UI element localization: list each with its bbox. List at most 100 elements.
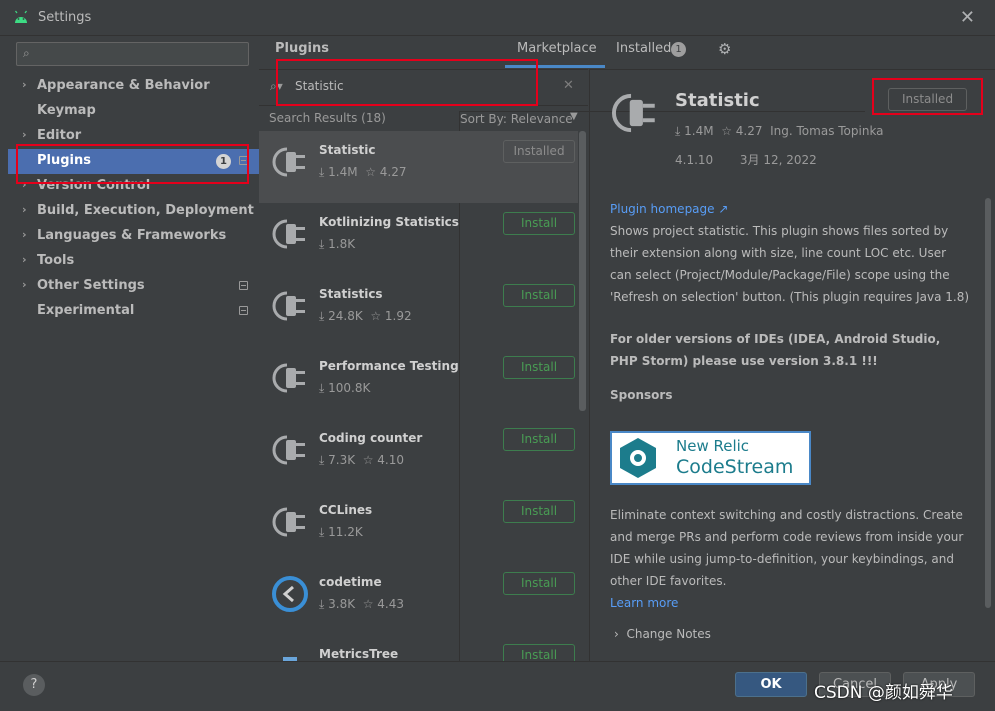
plugin-version: 4.1.10 3月 12, 2022 <box>675 151 817 168</box>
chevron-right-icon: › <box>22 253 27 266</box>
installed-count-badge: 1 <box>671 42 686 57</box>
list-item[interactable]: Statistics ⤓ 24.8K ☆ 1.92 Install <box>259 275 578 347</box>
sidebar-item-label: Editor <box>37 128 82 143</box>
install-button[interactable]: Install <box>503 212 575 235</box>
release-date: 3月 12, 2022 <box>739 153 817 167</box>
sidebar-item-experimental[interactable]: Experimental <box>8 299 259 324</box>
plugin-name: Statistics <box>319 287 383 301</box>
sponsor-banner[interactable]: New Relic CodeStream <box>610 431 811 485</box>
sidebar-item-tools[interactable]: › Tools <box>8 249 259 274</box>
sidebar-item-label: Languages & Frameworks <box>37 228 227 243</box>
install-button[interactable]: Install <box>503 572 575 595</box>
rating: 1.92 <box>384 309 412 323</box>
plugin-name: Kotlinizing Statistics <box>319 215 459 229</box>
download-count: 3.8K <box>328 597 356 611</box>
annotation-search <box>276 59 538 106</box>
sidebar-item-label: Appearance & Behavior <box>37 78 210 93</box>
list-scrollbar[interactable] <box>579 131 586 411</box>
version: 4.1.10 <box>675 153 714 167</box>
ok-button[interactable]: OK <box>735 672 807 697</box>
list-item[interactable]: Statistic ⤓ 1.4M ☆ 4.27 Installed <box>259 131 578 203</box>
learn-more-link[interactable]: Learn more <box>610 592 970 614</box>
detail-scrollbar[interactable] <box>985 198 991 608</box>
description-text: Shows project statistic. This plugin sho… <box>610 224 970 304</box>
list-item[interactable]: Kotlinizing Statistics ⤓ 1.8K Install <box>259 203 578 275</box>
settings-dialog: Settings ✕ ⌕ › Appearance & Behavior Key… <box>0 0 995 711</box>
chevron-right-icon: › <box>22 128 27 141</box>
metricstree-icon <box>283 657 297 662</box>
sidebar-item-appearance[interactable]: › Appearance & Behavior <box>8 74 259 99</box>
change-notes-toggle[interactable]: › Change Notes <box>614 627 711 641</box>
download-count: 1.4M <box>684 124 714 138</box>
gear-icon[interactable]: ⚙ <box>718 40 731 58</box>
list-item[interactable]: Coding counter ⤓ 7.3K ☆ 4.10 Install <box>259 419 578 491</box>
rating: 4.10 <box>377 453 404 467</box>
author: Ing. Tomas Topinka <box>770 124 884 138</box>
close-icon[interactable]: ✕ <box>960 7 975 28</box>
change-notes-label: Change Notes <box>626 627 711 641</box>
plugin-detail-panel: Statistic Installed ⤓ 1.4M ☆ 4.27 Ing. T… <box>589 69 995 661</box>
plugin-detail-meta: ⤓ 1.4M ☆ 4.27 Ing. Tomas Topinka <box>675 124 884 138</box>
plugin-name: CCLines <box>319 503 373 517</box>
list-item[interactable]: CCLines ⤓ 11.2K Install <box>259 491 578 563</box>
android-icon <box>15 10 27 23</box>
install-button[interactable]: Install <box>503 428 575 451</box>
search-icon: ⌕ <box>23 46 30 60</box>
plugin-description: Plugin homepage ↗ Shows project statisti… <box>610 198 970 406</box>
installed-button: Installed <box>503 140 575 163</box>
annotation-installed <box>872 78 983 115</box>
sidebar-item-build[interactable]: › Build, Execution, Deployment <box>8 199 259 224</box>
sidebar-item-languages[interactable]: › Languages & Frameworks <box>8 224 259 249</box>
version-notice: For older versions of IDEs (IDEA, Androi… <box>610 332 941 368</box>
plug-icon <box>272 507 305 537</box>
list-item[interactable]: MetricsTree Install <box>259 635 578 662</box>
settings-sidebar: ⌕ › Appearance & Behavior Keymap › Edito… <box>8 36 259 661</box>
plugin-list: Statistic ⤓ 1.4M ☆ 4.27 Installed Kotlin… <box>259 131 588 662</box>
plugin-name: MetricsTree <box>319 647 399 661</box>
page-title: Plugins <box>275 41 329 56</box>
project-level-icon <box>239 306 248 315</box>
sponsors-heading: Sponsors <box>610 388 673 402</box>
plugin-stats: ⤓ 7.3K ☆ 4.10 <box>319 453 404 467</box>
clear-search-icon[interactable]: ✕ <box>563 78 574 93</box>
install-button[interactable]: Install <box>503 284 575 307</box>
list-item[interactable]: codetime ⤓ 3.8K ☆ 4.43 Install <box>259 563 578 635</box>
results-count: Search Results (18) <box>269 111 386 125</box>
download-count: 7.3K <box>328 453 356 467</box>
plugin-results-panel: ⌕▾ Statistic ✕ Search Results (18) Sort … <box>259 69 865 703</box>
results-header: Search Results (18) Sort By: Relevance ▼ <box>259 107 865 703</box>
codestream-logo-icon <box>620 438 656 478</box>
tab-marketplace[interactable]: Marketplace <box>517 41 597 56</box>
window-title: Settings <box>38 10 92 25</box>
download-count: 11.2K <box>328 525 363 539</box>
plugin-stats: ⤓ 1.4M ☆ 4.27 <box>319 165 407 179</box>
help-icon[interactable]: ? <box>23 674 45 696</box>
plugin-name: Coding counter <box>319 431 423 445</box>
sidebar-item-label: Keymap <box>37 103 96 118</box>
download-count: 1.4M <box>328 165 358 179</box>
sponsor-name-line2: CodeStream <box>676 456 794 478</box>
download-count: 100.8K <box>328 381 371 395</box>
sponsor-description: Eliminate context switching and costly d… <box>610 504 970 614</box>
plugin-name: codetime <box>319 575 382 589</box>
watermark: CSDN @颜如舜华 <box>814 683 953 703</box>
plugin-homepage-link[interactable]: Plugin homepage ↗ <box>610 198 970 220</box>
sidebar-item-label: Other Settings <box>37 278 145 293</box>
install-button[interactable]: Install <box>503 356 575 379</box>
list-item[interactable]: Performance Testing ⤓ 100.8K Install <box>259 347 578 419</box>
install-button[interactable]: Install <box>503 644 575 662</box>
chevron-right-icon: › <box>22 203 27 216</box>
install-button[interactable]: Install <box>503 500 575 523</box>
title-bar: Settings ✕ <box>0 0 995 36</box>
rating: 4.27 <box>379 165 407 179</box>
project-level-icon <box>239 281 248 290</box>
chevron-down-icon[interactable]: ▼ <box>570 111 578 122</box>
sidebar-item-keymap[interactable]: Keymap <box>8 99 259 124</box>
sidebar-item-label: Experimental <box>37 303 135 318</box>
plugin-stats: ⤓ 24.8K ☆ 1.92 <box>319 309 412 323</box>
tab-installed[interactable]: Installed <box>616 41 671 56</box>
chevron-right-icon: › <box>22 228 27 241</box>
sidebar-search-input[interactable]: ⌕ <box>16 42 249 66</box>
download-count: 1.8K <box>328 237 356 251</box>
sidebar-item-other-settings[interactable]: › Other Settings <box>8 274 259 299</box>
